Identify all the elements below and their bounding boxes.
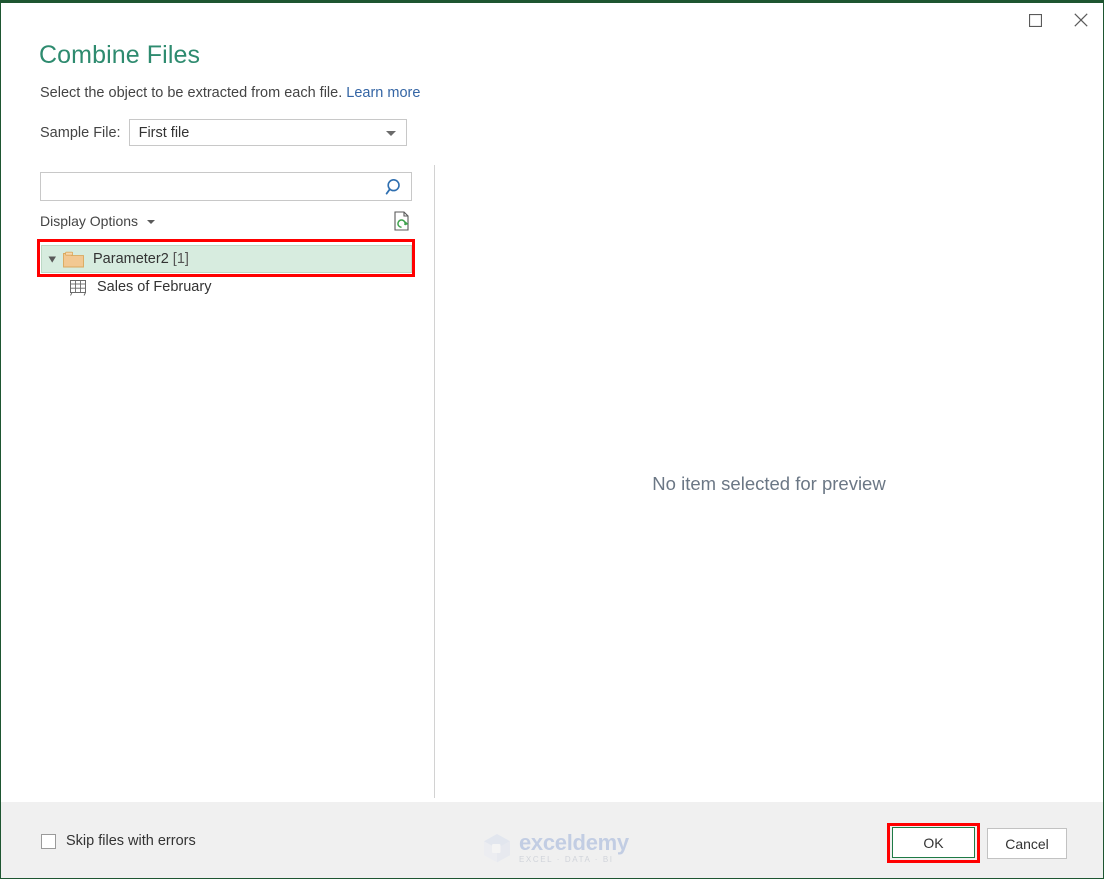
- skip-files-checkbox[interactable]: [41, 833, 56, 849]
- exceldemy-logo-text: exceldemy EXCEL · DATA · BI: [519, 832, 629, 864]
- sample-file-dropdown[interactable]: First file: [128, 119, 407, 146]
- skip-files-label: Skip files with errors: [66, 833, 196, 849]
- chevron-down-icon: [385, 130, 396, 136]
- object-browser-pane: Display Options Parameter2 [1] Sales of …: [1, 163, 434, 798]
- folder-icon: [63, 251, 84, 268]
- tree-item-parameter2[interactable]: Parameter2 [1]: [41, 245, 412, 273]
- tree-item-label: Parameter2 [1]: [93, 251, 189, 267]
- page-title: Combine Files: [39, 41, 201, 69]
- close-button[interactable]: [1058, 3, 1103, 37]
- exceldemy-tagline: EXCEL · DATA · BI: [519, 855, 614, 864]
- object-tree: Parameter2 [1] Sales of February: [1, 245, 434, 301]
- sample-file-row: Sample File: First file: [40, 119, 407, 146]
- tree-item-label: Sales of February: [97, 279, 212, 295]
- dialog-subtitle: Select the object to be extracted from e…: [40, 85, 420, 101]
- search-input[interactable]: [41, 173, 381, 200]
- preview-pane: No item selected for preview: [435, 163, 1103, 798]
- cancel-button[interactable]: Cancel: [987, 828, 1067, 859]
- expander-collapse-icon[interactable]: [44, 251, 60, 267]
- search-icon[interactable]: [385, 177, 405, 197]
- display-options-label: Display Options: [40, 213, 139, 229]
- subtitle-text: Select the object to be extracted from e…: [40, 85, 343, 101]
- exceldemy-name: exceldemy: [519, 830, 629, 855]
- exceldemy-watermark: exceldemy EXCEL · DATA · BI: [480, 829, 629, 867]
- sample-file-value: First file: [138, 124, 190, 141]
- learn-more-link[interactable]: Learn more: [346, 85, 420, 101]
- tree-item-sales-of-february[interactable]: Sales of February: [1, 273, 434, 301]
- table-icon: [69, 278, 88, 297]
- tree-item-count: [1]: [172, 251, 189, 267]
- exceldemy-logo-icon: [480, 831, 514, 865]
- preview-empty-message: No item selected for preview: [652, 473, 886, 494]
- chevron-down-icon: [147, 220, 156, 224]
- skip-files-with-errors-option[interactable]: Skip files with errors: [41, 833, 196, 849]
- search-box[interactable]: [40, 172, 412, 201]
- title-bar: [1, 3, 1103, 41]
- maximize-icon: [1029, 13, 1042, 27]
- ok-button[interactable]: OK: [892, 827, 975, 858]
- combine-files-dialog: Combine Files Select the object to be ex…: [0, 0, 1104, 879]
- sample-file-label: Sample File:: [40, 124, 121, 141]
- maximize-button[interactable]: [1013, 3, 1058, 37]
- tree-item-name: Parameter2: [93, 251, 169, 267]
- close-icon: [1073, 13, 1088, 27]
- refresh-page-icon[interactable]: [393, 211, 412, 232]
- display-options-dropdown[interactable]: Display Options: [40, 213, 156, 229]
